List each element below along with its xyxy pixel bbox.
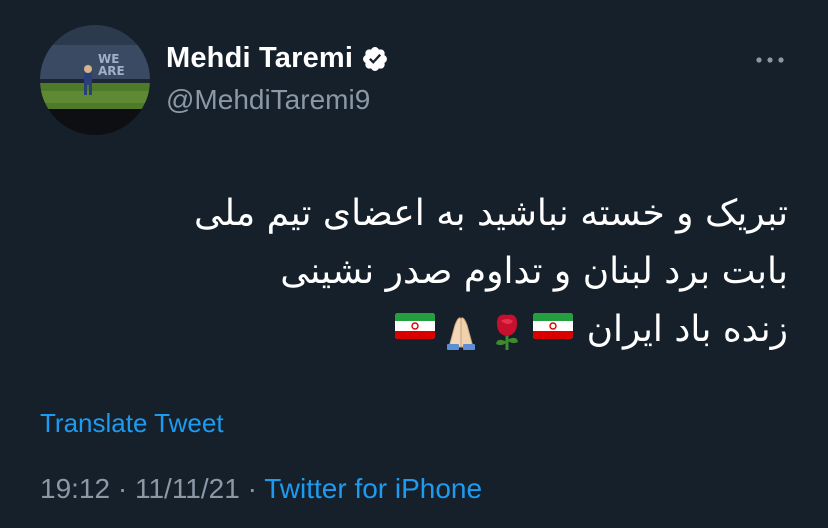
player-photo-avatar-icon: WE ARE [40, 25, 150, 135]
tweet-line-last: زنده باد ایران [88, 301, 788, 359]
tweet-date[interactable]: 11/11/21 [135, 473, 240, 504]
tweet-meta: 19:12 · 11/11/21 · Twitter for iPhone [40, 473, 482, 505]
translate-tweet-link[interactable]: Translate Tweet [40, 408, 224, 439]
svg-text:ARE: ARE [98, 64, 125, 78]
avatar[interactable]: WE ARE [40, 25, 150, 135]
tweet-card: WE ARE Mehdi Taremi @MehdiTaremi9 تبریک … [0, 0, 828, 528]
meta-separator: · [239, 473, 265, 504]
author-name-row[interactable]: Mehdi Taremi [166, 42, 389, 75]
folded-hands-icon [446, 317, 475, 350]
author-display-name[interactable]: Mehdi Taremi [166, 42, 353, 75]
more-horizontal-icon[interactable] [754, 50, 786, 70]
tweet-text: تبریک و خسته نباشید به اعضای تیم ملی باب… [88, 185, 788, 359]
rose-icon [495, 314, 518, 350]
iran-flag-icon [532, 313, 573, 339]
author-handle[interactable]: @MehdiTaremi9 [166, 84, 370, 116]
tweet-line: زنده باد ایران [586, 309, 788, 350]
iran-flag-icon [394, 313, 435, 339]
emoji-row [394, 311, 573, 351]
tweet-time[interactable]: 19:12 [40, 473, 110, 504]
meta-separator: · [110, 473, 135, 504]
tweet-line: بابت برد لبنان و تداوم صدر نشینی [280, 251, 788, 292]
tweet-line: تبریک و خسته نباشید به اعضای تیم ملی [194, 193, 788, 234]
verified-badge-icon [363, 46, 388, 71]
tweet-source-link[interactable]: Twitter for iPhone [264, 473, 482, 504]
